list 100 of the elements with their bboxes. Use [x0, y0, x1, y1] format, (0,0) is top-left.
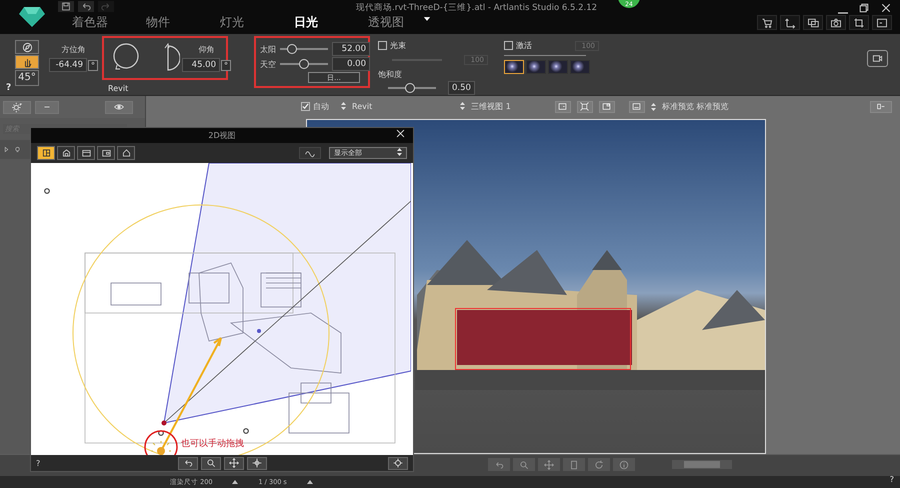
auto-checkbox[interactable] — [301, 102, 310, 112]
info-icon — [619, 460, 629, 470]
undo-icon — [80, 1, 92, 12]
search-icon — [206, 458, 216, 468]
view-tool-button[interactable] — [57, 146, 75, 160]
add-light-button[interactable] — [3, 100, 31, 114]
cart-icon — [761, 16, 773, 28]
window-title: 现代商场.rvt-ThreeD-{三维}.atl - Artlantis Studio 6.5.2.12 — [356, 2, 598, 14]
preset-angle-label: 45° — [15, 70, 39, 86]
tab[interactable]: 物件 — [132, 14, 206, 31]
windows-button[interactable] — [803, 15, 823, 30]
cart-button[interactable] — [757, 15, 777, 30]
slider-thumb[interactable] — [404, 83, 415, 93]
dialog-title: 2D视图 — [208, 130, 236, 141]
frame-icon — [601, 102, 612, 112]
sun-plus-icon — [10, 102, 24, 112]
refresh-button[interactable] — [588, 458, 610, 471]
scrollbar[interactable] — [672, 460, 732, 469]
frame-icon — [557, 102, 568, 112]
azimuth-label: 方位角 — [62, 44, 86, 55]
refresh-icon — [594, 460, 604, 470]
slider-value-field[interactable]: 52.00 — [332, 42, 370, 56]
slider-value-field[interactable]: 0.00 — [332, 57, 370, 71]
halo-label: 光束 — [390, 40, 406, 51]
close-icon — [880, 2, 892, 14]
minimize-icon[interactable] — [838, 12, 848, 14]
hand-button[interactable] — [15, 55, 39, 69]
camera-button[interactable] — [826, 15, 846, 30]
close-icon — [395, 128, 406, 139]
visibility-button[interactable] — [105, 100, 133, 114]
flare-label: 激活 — [516, 40, 532, 51]
slider-thumb[interactable] — [287, 44, 297, 54]
windows-icon — [807, 16, 819, 28]
unit-label: ° — [221, 60, 231, 70]
preview-button[interactable] — [628, 100, 645, 113]
preview-mode-dropdown[interactable]: 标准预览 标准预览 — [662, 101, 728, 112]
view-tool-button[interactable] — [37, 146, 55, 160]
export-button[interactable] — [780, 15, 800, 30]
front-view-icon — [80, 148, 92, 158]
pan-button[interactable] — [224, 456, 244, 470]
elevation-label: 仰角 — [198, 44, 214, 55]
slider-label: 天空 — [260, 58, 276, 70]
undo-button[interactable] — [178, 456, 198, 470]
gem-logo-icon — [18, 6, 46, 28]
video-camera-icon — [871, 53, 884, 64]
region-button[interactable] — [598, 100, 615, 113]
panel-icon — [875, 102, 887, 112]
undo-icon — [182, 458, 192, 468]
tab[interactable]: 着色器 — [58, 14, 132, 31]
caret-icon[interactable] — [306, 480, 313, 484]
tab[interactable]: 灯光 — [206, 14, 280, 31]
zoom-fit-button[interactable] — [246, 456, 266, 470]
source-dropdown[interactable]: Revit — [352, 102, 372, 112]
search-icon — [519, 460, 529, 470]
help-label[interactable]: ? — [6, 83, 12, 93]
elevation-field[interactable]: 45.00 — [182, 58, 220, 72]
zoom-button[interactable] — [200, 456, 220, 470]
view-tool-button[interactable] — [97, 146, 115, 160]
expand-icon — [579, 102, 590, 112]
view-dropdown[interactable]: 三维视图 1 — [471, 101, 511, 112]
saturation-label: 饱和度 — [378, 69, 403, 80]
crop-icon — [853, 16, 865, 28]
saturation-value-field[interactable]: 0.50 — [448, 81, 475, 95]
view-tool-button[interactable] — [77, 146, 95, 160]
updown-icon — [460, 102, 466, 110]
caret-icon[interactable] — [232, 480, 238, 484]
tab[interactable]: 透视图 — [354, 14, 428, 31]
arrows-icon — [784, 16, 796, 28]
slider-thumb[interactable] — [299, 59, 309, 69]
tab[interactable]: 日光 — [280, 14, 354, 31]
door-icon — [569, 460, 579, 470]
crop-button[interactable] — [849, 15, 869, 30]
restore-icon — [858, 2, 870, 14]
top-view-icon — [40, 148, 52, 158]
side-view-icon — [100, 148, 112, 158]
slider-label: 太阳 — [260, 44, 276, 54]
eye-icon — [112, 102, 126, 112]
screen-icon — [876, 16, 888, 28]
info-button[interactable] — [613, 458, 635, 471]
help-label[interactable]: ? — [890, 475, 894, 484]
fit-button[interactable] — [554, 100, 571, 113]
updown-icon — [650, 102, 656, 111]
view-tool-button[interactable] — [117, 146, 135, 160]
azimuth-field[interactable]: -64.49 — [49, 58, 87, 72]
updown-icon — [341, 102, 346, 110]
bulb-icon — [14, 146, 21, 153]
annotation-text: 也可以手动拖拽 — [181, 438, 244, 450]
house-icon — [60, 148, 72, 158]
help-label[interactable]: ? — [36, 458, 40, 468]
undo-icon — [494, 460, 504, 470]
updown-icon — [397, 148, 402, 156]
compass-icon — [22, 42, 32, 52]
center-button[interactable] — [388, 456, 408, 470]
screen-button[interactable] — [872, 15, 892, 30]
redo-icon — [100, 1, 112, 12]
panel-toggle-button[interactable] — [870, 100, 892, 113]
source-label: Revit — [108, 84, 128, 93]
zoom-extents-button[interactable] — [576, 100, 593, 113]
navigate-button[interactable] — [15, 40, 39, 54]
expand-arrow-icon — [3, 146, 10, 153]
